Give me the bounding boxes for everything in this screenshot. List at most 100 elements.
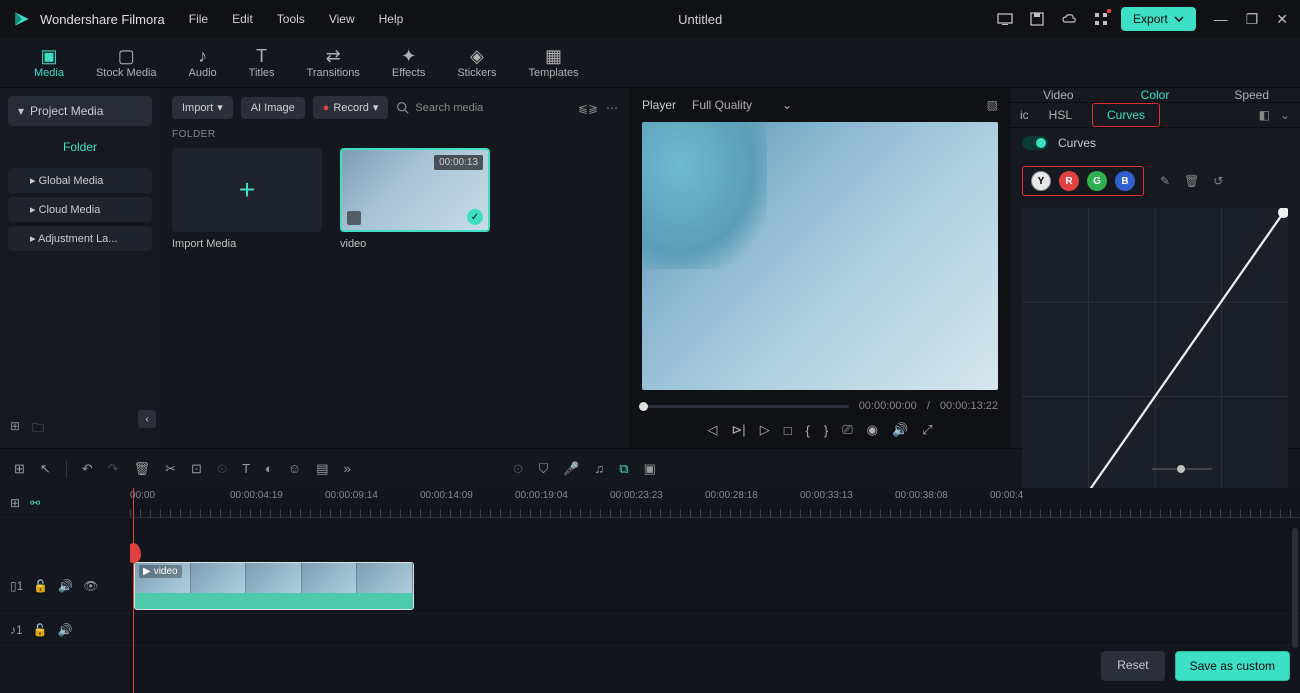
compare-icon[interactable]: ◧ <box>1259 108 1270 122</box>
tab-video[interactable]: Video <box>1010 88 1107 102</box>
folder-icon[interactable]: 🗀 <box>32 419 44 440</box>
tab-stock-media[interactable]: ▢Stock Media <box>82 43 171 83</box>
link-icon[interactable]: ⚯ <box>30 496 40 510</box>
audio-track-lane[interactable] <box>130 614 1300 646</box>
reset-curve-icon[interactable]: ↺ <box>1213 174 1223 188</box>
tab-audio[interactable]: ♪Audio <box>175 43 231 83</box>
mute-icon[interactable]: 🔊 <box>58 623 73 637</box>
timeline-ruler[interactable]: 00:0000:00:04:1900:00:09:1400:00:14:0900… <box>130 488 1300 518</box>
trash-icon[interactable]: 🗑 <box>1184 174 1199 188</box>
import-media-card[interactable]: + Import Media <box>172 148 322 250</box>
preview-viewport[interactable] <box>642 122 998 390</box>
timeline-clip[interactable]: ▶video <box>134 562 414 610</box>
channel-red-button[interactable]: R <box>1059 171 1079 191</box>
apps-icon[interactable] <box>1093 11 1109 27</box>
color-icon[interactable]: ◐ <box>265 461 273 476</box>
tab-speed[interactable]: Speed <box>1203 88 1300 102</box>
cut-icon[interactable]: ✂ <box>165 461 176 477</box>
redo-icon[interactable]: ↷ <box>108 461 119 477</box>
more-tools-icon[interactable]: » <box>343 461 350 476</box>
device-icon[interactable] <box>997 11 1013 27</box>
pointer-icon[interactable]: ↖ <box>40 461 51 477</box>
menu-edit[interactable]: Edit <box>232 12 253 26</box>
camera-icon[interactable]: ◉ <box>867 422 878 438</box>
prev-frame-button[interactable]: ◁ <box>707 422 717 438</box>
save-icon[interactable] <box>1029 11 1045 27</box>
lock-icon[interactable]: 🔓 <box>33 623 48 637</box>
progress-scrubber[interactable] <box>642 405 849 408</box>
quality-dropdown[interactable]: Full Quality⌄ <box>692 98 792 112</box>
zoom-slider[interactable] <box>1152 468 1212 470</box>
ai-image-button[interactable]: AI Image <box>241 97 305 119</box>
speed-icon[interactable]: ⏲ <box>217 461 227 477</box>
grid-view-icon[interactable]: ⊞ <box>14 461 25 477</box>
sidebar-adjustment-layer[interactable]: ▸ Adjustment La... <box>8 226 152 251</box>
visibility-icon[interactable]: 👁 <box>83 579 98 593</box>
media-clip-card[interactable]: 00:00:13 ✓ video <box>340 148 490 250</box>
crop-icon[interactable]: ⊡ <box>191 461 202 477</box>
channel-luma-button[interactable]: Y <box>1031 171 1051 191</box>
tab-effects[interactable]: ✦Effects <box>378 43 439 83</box>
display-icon[interactable]: ⎚ <box>842 422 852 438</box>
close-button[interactable]: ✕ <box>1276 11 1288 28</box>
sidebar-cloud-media[interactable]: ▸ Cloud Media <box>8 197 152 222</box>
tab-templates[interactable]: ▦Templates <box>514 43 592 83</box>
mark-out-button[interactable]: } <box>824 423 828 438</box>
more-icon[interactable]: ⋯ <box>606 101 618 115</box>
subtab-ic[interactable]: ic <box>1020 108 1029 122</box>
sidebar-collapse-button[interactable]: ‹ <box>138 410 156 428</box>
menu-tools[interactable]: Tools <box>277 12 305 26</box>
mark-in-button[interactable]: { <box>806 423 810 438</box>
delete-icon[interactable]: 🗑 <box>134 461 151 477</box>
import-button[interactable]: Import ▾ <box>172 96 233 119</box>
tab-titles[interactable]: TTitles <box>235 43 289 83</box>
playhead[interactable] <box>133 488 134 693</box>
keyframe-icon[interactable]: ▤ <box>316 461 328 477</box>
channel-blue-button[interactable]: B <box>1115 171 1135 191</box>
menu-file[interactable]: File <box>189 12 208 26</box>
add-track-icon[interactable]: ⊞ <box>10 496 20 510</box>
fullscreen-icon[interactable]: ⤢ <box>922 422 932 438</box>
tab-stickers[interactable]: ◈Stickers <box>443 43 510 83</box>
mask-icon[interactable]: ☺ <box>288 461 301 476</box>
magnet-icon[interactable]: ⧉ <box>619 461 628 477</box>
minimize-button[interactable]: — <box>1214 11 1228 28</box>
new-folder-icon[interactable]: ⊞ <box>10 419 20 440</box>
undo-icon[interactable]: ↶ <box>82 461 93 477</box>
chevron-down-icon[interactable]: ⌄ <box>1280 108 1290 122</box>
timeline-scrollbar[interactable] <box>1292 528 1298 648</box>
lock-icon[interactable]: 🔓 <box>33 579 48 593</box>
stop-button[interactable]: □ <box>784 423 792 438</box>
marker-icon[interactable]: ⊙ <box>513 461 524 477</box>
play-button[interactable]: ▷ <box>760 422 770 438</box>
text-icon[interactable]: T <box>242 461 250 476</box>
volume-icon[interactable]: 🔊 <box>892 422 908 438</box>
tab-media[interactable]: ▣Media <box>20 43 78 83</box>
channel-green-button[interactable]: G <box>1087 171 1107 191</box>
curves-toggle[interactable] <box>1022 136 1048 150</box>
shield-icon[interactable]: ⛉ <box>539 461 549 477</box>
video-track-lane[interactable]: ▶video <box>130 558 1300 614</box>
sidebar-global-media[interactable]: ▸ Global Media <box>8 168 152 193</box>
snapshot-icon[interactable]: ▧ <box>987 98 998 112</box>
record-button[interactable]: ● Record ▾ <box>313 96 389 119</box>
cloud-icon[interactable] <box>1061 11 1077 27</box>
subtab-hsl[interactable]: HSL <box>1049 108 1072 122</box>
render-icon[interactable]: ▣ <box>644 461 656 477</box>
reset-button[interactable]: Reset <box>1101 651 1164 681</box>
mic-icon[interactable]: 🎤 <box>563 461 579 477</box>
subtab-curves[interactable]: Curves <box>1092 103 1160 127</box>
tab-color[interactable]: Color <box>1107 88 1204 102</box>
export-button[interactable]: Export <box>1121 7 1196 31</box>
mixer-icon[interactable]: ♫ <box>595 461 605 476</box>
mute-icon[interactable]: 🔊 <box>58 579 73 593</box>
menu-help[interactable]: Help <box>379 12 404 26</box>
sidebar-project-media[interactable]: ▾Project Media <box>8 96 152 126</box>
menu-view[interactable]: View <box>329 12 355 26</box>
maximize-button[interactable]: ❐ <box>1246 11 1259 28</box>
save-as-custom-button[interactable]: Save as custom <box>1175 651 1290 681</box>
filter-icon[interactable]: ⫹⫺ <box>578 101 598 115</box>
tab-transitions[interactable]: ⇄Transitions <box>293 43 374 83</box>
eyedropper-icon[interactable]: ✎ <box>1160 174 1170 188</box>
search-input[interactable]: Search media <box>396 101 569 114</box>
